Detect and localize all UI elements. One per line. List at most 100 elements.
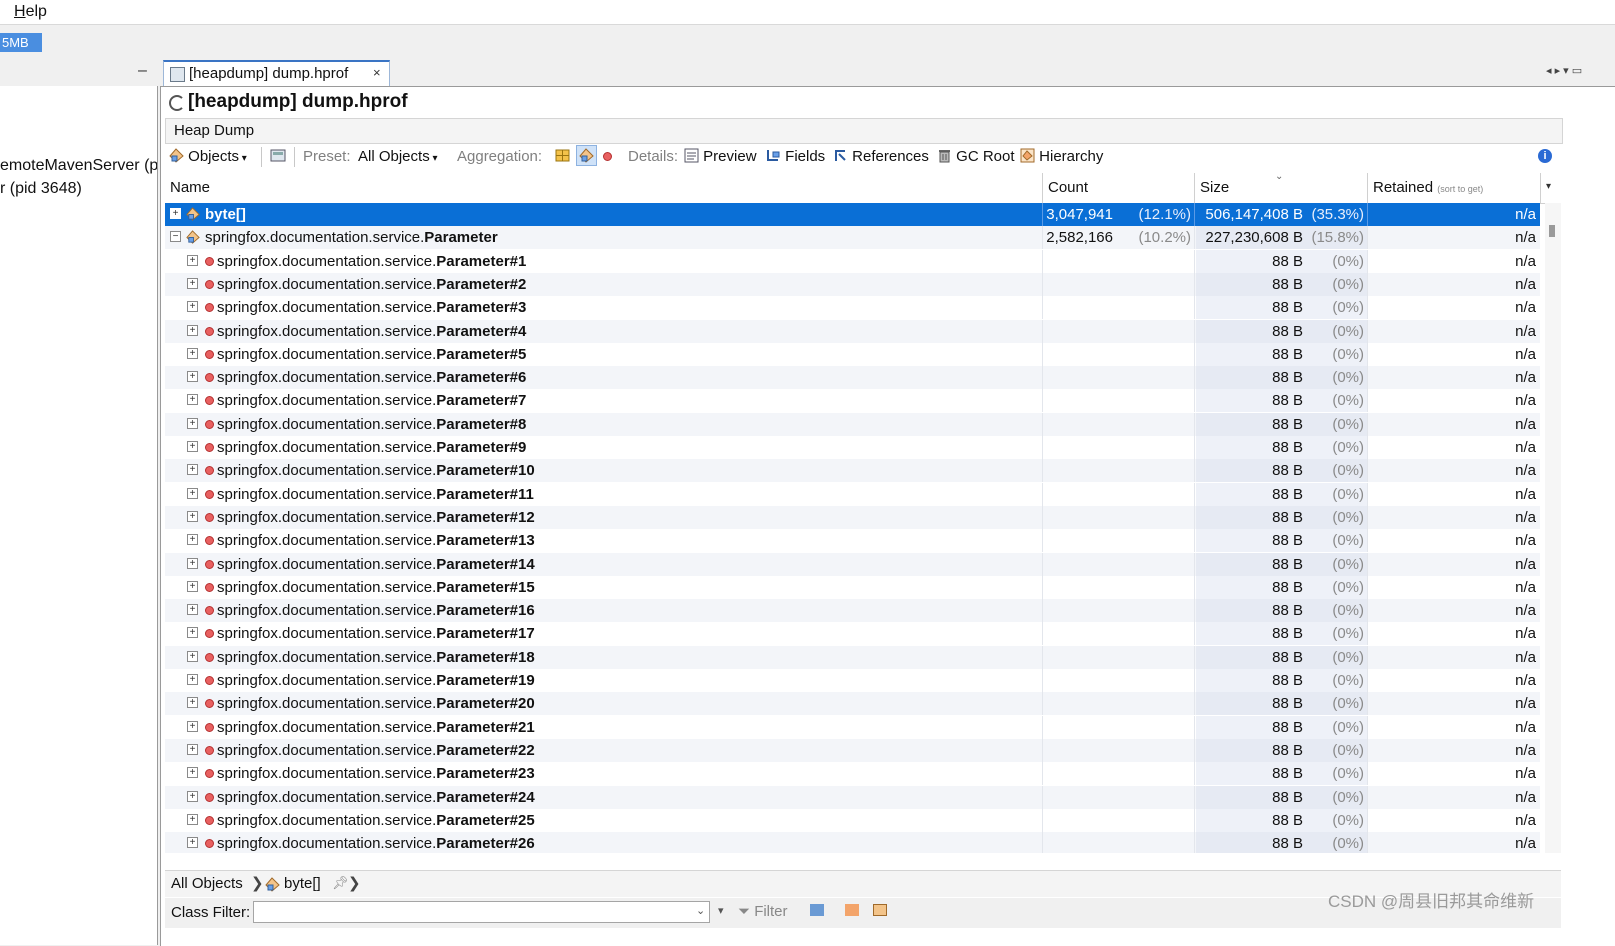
- vertical-scroll-thumb[interactable]: [1549, 225, 1555, 237]
- object-name: springfox.documentation.service.Paramete…: [217, 345, 527, 363]
- filter-classes-icon[interactable]: [845, 904, 859, 916]
- table-row[interactable]: + springfox.documentation.service.Paramet…: [165, 645, 1540, 669]
- filter-mode-dropdown[interactable]: ▾: [718, 904, 724, 917]
- table-row[interactable]: + springfox.documentation.service.Paramet…: [165, 342, 1540, 366]
- expand-toggle-icon[interactable]: +: [187, 674, 198, 685]
- expand-toggle-icon[interactable]: +: [187, 371, 198, 383]
- table-row[interactable]: + springfox.documentation.service.Paramet…: [165, 575, 1540, 599]
- column-divider: [1367, 505, 1368, 529]
- table-row[interactable]: + springfox.documentation.service.Paramet…: [165, 529, 1540, 553]
- expand-toggle-icon[interactable]: +: [187, 627, 198, 639]
- column-header-name[interactable]: Name: [170, 179, 210, 196]
- table-row[interactable]: + springfox.documentation.service.Paramet…: [165, 552, 1540, 576]
- expand-toggle-icon[interactable]: +: [170, 208, 181, 219]
- expand-toggle-icon[interactable]: +: [187, 277, 198, 289]
- breadcrumb-current[interactable]: byte[]: [284, 875, 321, 892]
- expand-toggle-icon[interactable]: +: [187, 580, 198, 592]
- references-button[interactable]: References: [833, 148, 929, 165]
- expand-toggle-icon[interactable]: +: [187, 301, 198, 313]
- table-row[interactable]: + springfox.documentation.service.Paramet…: [165, 366, 1540, 390]
- fields-button[interactable]: Fields: [766, 148, 825, 165]
- table-row[interactable]: + springfox.documentation.service.Paramet…: [165, 505, 1540, 529]
- snapshot-button[interactable]: [270, 148, 286, 165]
- vertical-scrollbar[interactable]: [1545, 203, 1561, 853]
- expand-toggle-icon[interactable]: +: [187, 557, 198, 569]
- close-tab-icon[interactable]: ×: [373, 65, 381, 80]
- column-divider: [1042, 272, 1043, 296]
- table-row[interactable]: + springfox.documentation.service.Paramet…: [165, 436, 1540, 459]
- expand-toggle-icon[interactable]: +: [187, 324, 198, 336]
- column-header-size[interactable]: Size: [1200, 179, 1229, 196]
- table-row[interactable]: + springfox.documentation.service.Paramet…: [165, 669, 1540, 692]
- chevron-down-icon[interactable]: ⌄: [696, 904, 705, 917]
- filter-button[interactable]: ⏷ Filter: [738, 903, 788, 920]
- table-row[interactable]: + springfox.documentation.service.Paramet…: [165, 622, 1540, 646]
- expand-toggle-icon[interactable]: +: [187, 790, 198, 802]
- column-chooser-icon[interactable]: ▾: [1546, 181, 1551, 192]
- table-row[interactable]: + springfox.documentation.service.Paramet…: [165, 412, 1540, 436]
- filter-options-icon[interactable]: [810, 904, 824, 916]
- table-row[interactable]: + springfox.documentation.service.Paramet…: [165, 785, 1540, 809]
- memory-indicator[interactable]: 5MB: [0, 33, 42, 52]
- expand-toggle-icon[interactable]: −: [170, 231, 181, 243]
- expand-toggle-icon[interactable]: +: [187, 697, 198, 709]
- expand-toggle-icon[interactable]: +: [187, 487, 198, 499]
- column-header-retained[interactable]: Retained (sort to get): [1373, 179, 1483, 196]
- table-row[interactable]: + springfox.documentation.service.Paramet…: [165, 272, 1540, 296]
- expand-toggle-icon[interactable]: +: [187, 767, 198, 779]
- table-row[interactable]: + springfox.documentation.service.Paramet…: [165, 296, 1540, 320]
- pin-icon[interactable]: 📌︎: [332, 875, 349, 891]
- preset-dropdown[interactable]: All Objects ▾: [358, 148, 438, 165]
- table-row[interactable]: + springfox.documentation.service.Paramet…: [165, 249, 1540, 273]
- table-row[interactable]: + springfox.documentation.service.Paramet…: [165, 319, 1540, 343]
- info-icon[interactable]: i: [1538, 149, 1552, 163]
- heap-dump-section-bar[interactable]: Heap Dump: [165, 118, 1563, 144]
- minimize-button[interactable]: –: [138, 62, 147, 80]
- table-row[interactable]: + springfox.documentation.service.Paramet…: [165, 459, 1540, 483]
- table-row[interactable]: + byte[] 3,047,941 (12.1%) 506,147,408 B (35.…: [165, 203, 1540, 226]
- column-header-count[interactable]: Count: [1048, 179, 1088, 196]
- aggregation-packages-button[interactable]: [555, 148, 570, 165]
- table-row[interactable]: + springfox.documentation.service.Paramet…: [165, 832, 1540, 853]
- table-row[interactable]: + springfox.documentation.service.Paramet…: [165, 808, 1540, 832]
- table-row[interactable]: + springfox.documentation.service.Paramet…: [165, 599, 1540, 623]
- expand-toggle-icon[interactable]: +: [187, 720, 198, 732]
- expand-toggle-icon[interactable]: +: [187, 254, 198, 266]
- expand-toggle-icon[interactable]: +: [187, 650, 198, 662]
- table-row[interactable]: + springfox.documentation.service.Paramet…: [165, 715, 1540, 739]
- class-filter-input[interactable]: ⌄: [253, 901, 710, 923]
- aggregation-classes-button[interactable]: [576, 145, 597, 166]
- table-row[interactable]: + springfox.documentation.service.Paramet…: [165, 482, 1540, 506]
- column-divider: [1194, 366, 1195, 390]
- expand-toggle-icon[interactable]: +: [187, 837, 198, 849]
- table-row[interactable]: + springfox.documentation.service.Paramet…: [165, 389, 1540, 413]
- hierarchy-button[interactable]: Hierarchy: [1020, 148, 1103, 165]
- expand-toggle-icon[interactable]: +: [187, 347, 198, 359]
- menu-help[interactable]: Help: [14, 3, 47, 21]
- expand-toggle-icon[interactable]: +: [187, 743, 198, 755]
- expand-toggle-icon[interactable]: +: [187, 441, 198, 452]
- expand-toggle-icon[interactable]: +: [187, 534, 198, 546]
- preview-button[interactable]: Preview: [684, 148, 757, 165]
- objects-dropdown[interactable]: Objects ▾: [169, 148, 247, 165]
- expand-toggle-icon[interactable]: +: [187, 394, 198, 406]
- filter-instances-icon[interactable]: [873, 904, 887, 916]
- editor-window-controls[interactable]: ◂ ▸ ▾ ▭: [1546, 64, 1582, 77]
- expand-toggle-icon[interactable]: +: [187, 417, 198, 429]
- retained-value: n/a: [1515, 741, 1536, 759]
- table-row[interactable]: + springfox.documentation.service.Paramet…: [165, 692, 1540, 716]
- gc-root-button[interactable]: GC Root: [937, 148, 1015, 165]
- process-pid-label[interactable]: r (pid 3648): [0, 180, 82, 198]
- tab-heapdump[interactable]: [heapdump] dump.hprof ×: [163, 60, 390, 86]
- column-divider: [1367, 552, 1368, 576]
- breadcrumb-root[interactable]: All Objects: [171, 875, 243, 892]
- table-row[interactable]: − springfox.documentation.service.Paramet…: [165, 226, 1540, 250]
- expand-toggle-icon[interactable]: +: [187, 464, 198, 476]
- table-row[interactable]: + springfox.documentation.service.Paramet…: [165, 762, 1540, 786]
- aggregation-instances-icon[interactable]: [603, 152, 612, 161]
- process-label[interactable]: emoteMavenServer (p: [0, 157, 157, 175]
- expand-toggle-icon[interactable]: +: [187, 813, 198, 825]
- table-row[interactable]: + springfox.documentation.service.Paramet…: [165, 738, 1540, 762]
- expand-toggle-icon[interactable]: +: [187, 510, 198, 522]
- expand-toggle-icon[interactable]: +: [187, 604, 198, 616]
